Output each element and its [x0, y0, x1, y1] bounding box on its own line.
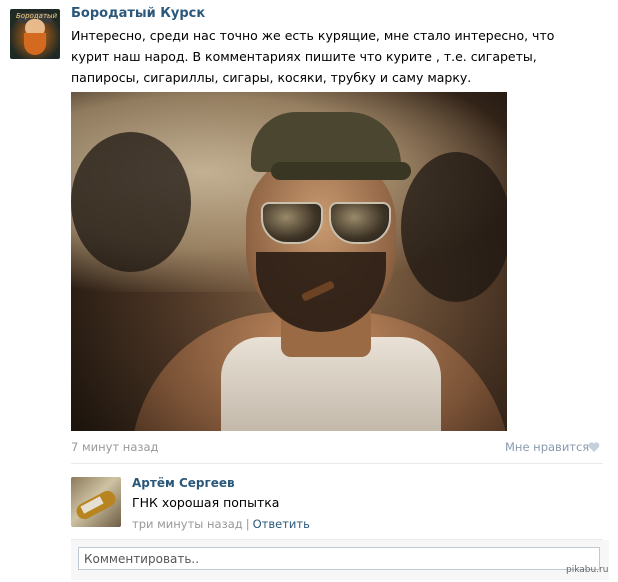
- post-photo[interactable]: [71, 92, 507, 431]
- photo-tree-left: [71, 132, 191, 272]
- comment-meta: три минуты назад | Ответить: [132, 517, 310, 531]
- watermark: pikabu.ru: [566, 565, 609, 575]
- comment-text: ГНК хорошая попытка: [132, 495, 280, 510]
- photo-cap-brim: [271, 162, 411, 180]
- photo-tree-right: [401, 152, 507, 302]
- comment-timestamp-link[interactable]: три минуты назад: [132, 517, 243, 531]
- commenter-avatar[interactable]: [71, 477, 121, 527]
- comment-meta-separator: |: [245, 517, 250, 531]
- post-author-link[interactable]: Бородатый Курск: [71, 6, 205, 21]
- avatar-logo-text: Бородатый: [16, 12, 58, 20]
- post-text: Интересно, среди нас точно же есть курящ…: [71, 28, 555, 85]
- comment-input[interactable]: [78, 547, 600, 570]
- comment-author-link[interactable]: Артём Сергеев: [132, 476, 235, 490]
- heart-icon[interactable]: [588, 441, 600, 453]
- divider: [71, 463, 603, 464]
- reply-link[interactable]: Ответить: [253, 517, 310, 531]
- post-timestamp-link[interactable]: 7 минут назад: [71, 440, 158, 454]
- like-button-label[interactable]: Мне нравится: [505, 440, 589, 454]
- photo-sunglasses-left-lens: [261, 202, 323, 244]
- avatar-beard: [24, 33, 46, 55]
- photo-sunglasses-right-lens: [329, 202, 391, 244]
- author-avatar[interactable]: Бородатый: [10, 9, 60, 59]
